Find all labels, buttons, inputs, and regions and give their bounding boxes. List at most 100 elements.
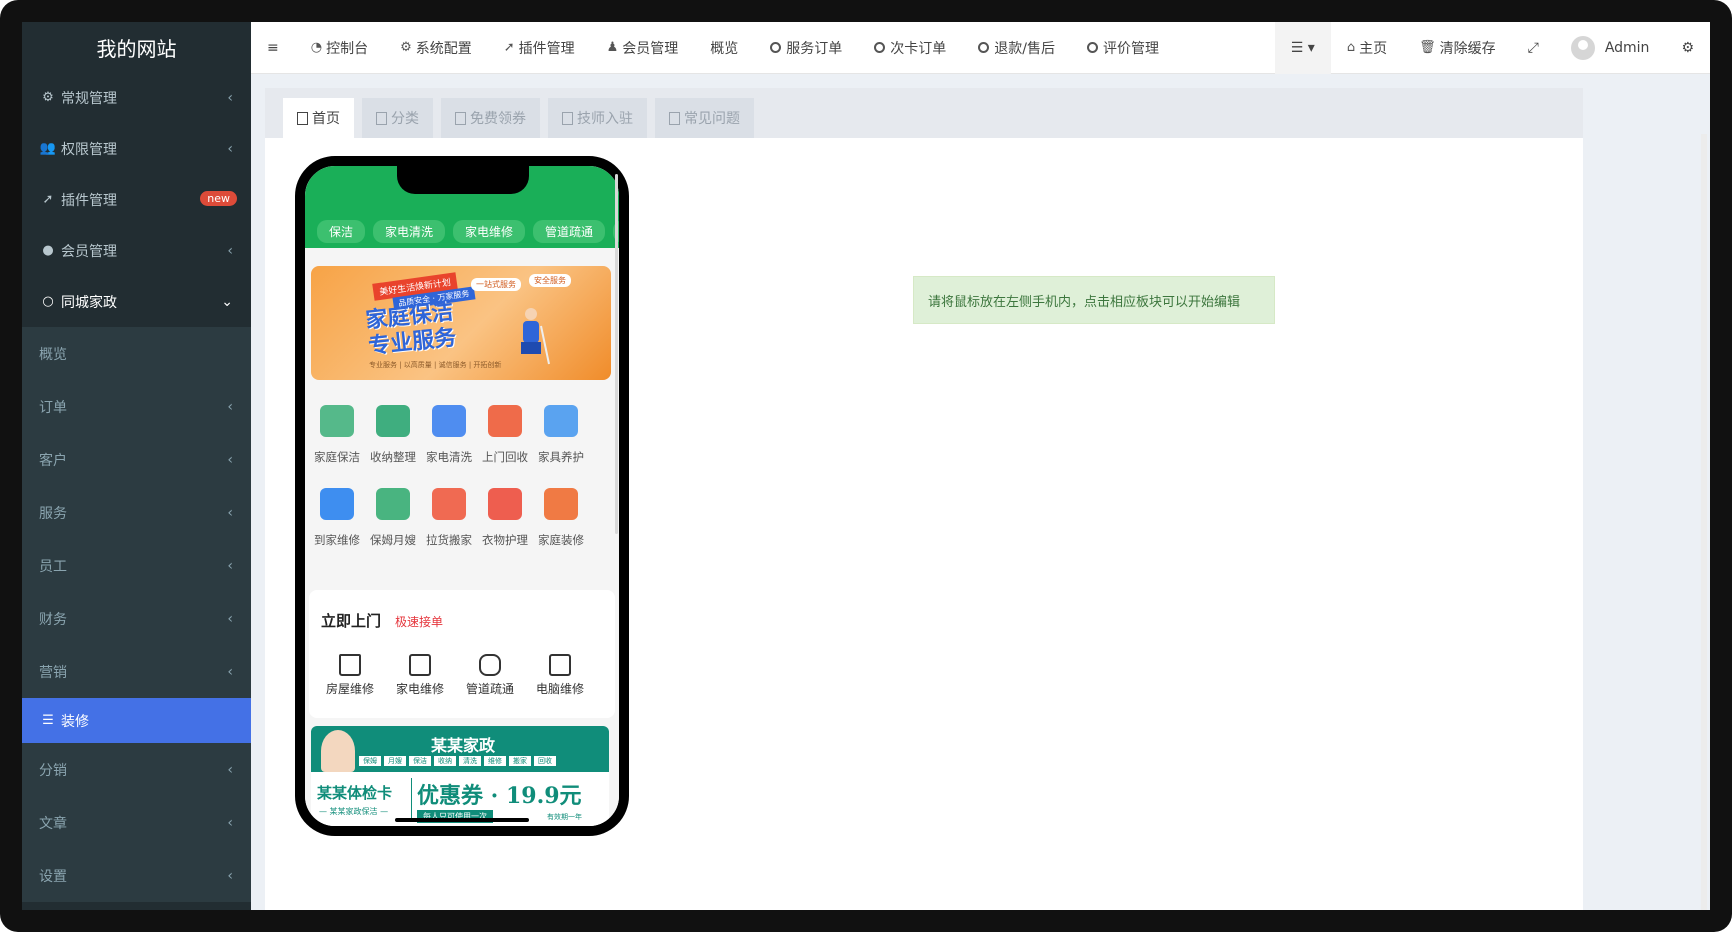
sidebar-submenu: 概览 订单 ‹ 客户 ‹ 服务 ‹ 员工 ‹ 财务 ‹ 营销 ‹ ☰ 装修 分销… [22,327,251,902]
service-item[interactable]: 到家维修 [309,471,365,554]
sidebar-item-label: 分销 [39,762,67,779]
chevron-left-icon: ‹ [227,242,233,259]
app-screen: 我的网站 ⚙ 常规管理 ‹ 👥 权限管理 ‹ ➚ 插件管理 new ● 会员管理… [22,22,1710,910]
topnav-overview[interactable]: 概览 [694,22,754,74]
file-icon [455,111,466,125]
banner-tag: 安全服务 [529,274,571,287]
phone-preview[interactable]: 保洁 家电清洗 家电维修 管道疏通 家 美好生活焕新计划 品质安全 · 万家服务… [295,156,629,836]
topnav-members[interactable]: ♟ 会员管理 [591,22,695,74]
quick-item[interactable]: 管道疏通 [455,654,525,697]
coupon-divider [411,778,412,818]
sidebar-item-overview[interactable]: 概览 [22,327,251,380]
topnav-label: 系统配置 [415,40,472,57]
sidebar-item-settings[interactable]: 设置 ‹ [22,849,251,902]
topnav-reviews[interactable]: 评价管理 [1071,22,1175,74]
service-item[interactable]: 保姆月嫂 [365,471,421,554]
tab-free-coupon[interactable]: 免费领券 [441,98,540,138]
service-label: 衣物护理 [482,533,528,547]
home-label: 主页 [1359,40,1388,57]
sidebar-item-plugins[interactable]: ➚ 插件管理 new [22,174,251,225]
quick-item[interactable]: 电脑维修 [525,654,595,697]
fullscreen-button[interactable]: ⤢ [1512,22,1555,74]
tab-home[interactable]: 首页 [283,98,354,138]
tab-category[interactable]: 分类 [362,98,433,138]
topnav-system-config[interactable]: ⚙ 系统配置 [384,22,488,74]
sidebar-toggle-button[interactable]: ≡ [251,22,295,74]
sidebar-item-staff[interactable]: 员工 ‹ [22,539,251,592]
sidebar-item-permissions[interactable]: 👥 权限管理 ‹ [22,123,251,174]
category-chip[interactable]: 管道疏通 [533,220,606,243]
chevron-left-icon: ‹ [227,761,233,778]
topnav-card-orders[interactable]: 次卡订单 [858,22,962,74]
coupon-banner[interactable]: 某某家政 保姆 月嫂 保洁 收纳 清洗 维修 搬家 回收 某某体检卡 — 某某家… [311,726,609,826]
topnav-service-orders[interactable]: 服务订单 [754,22,858,74]
sidebar-item-services[interactable]: 服务 ‹ [22,486,251,539]
sidebar-item-articles[interactable]: 文章 ‹ [22,796,251,849]
settings-button[interactable]: ⚙ [1665,22,1710,74]
fridge-icon [409,654,431,676]
file-icon [376,111,387,125]
clear-cache-label: 清除缓存 [1439,40,1496,57]
topnav-label: 控制台 [326,40,369,57]
avatar [1570,35,1595,60]
page-scrollbar[interactable] [1701,134,1707,910]
promo-banner[interactable]: 美好生活焕新计划 品质安全 · 万家服务 一站式服务 安全服务 家庭保洁 专业服… [311,266,611,380]
service-label: 上门回收 [482,450,528,464]
quick-item[interactable]: 房屋维修 [315,654,385,697]
toolkit-icon [544,488,578,520]
editor-panel: 首页 分类 免费领券 技师入驻 常见问题 保洁 家电清洗 家电维修 管道疏通 美… [265,88,1583,910]
user-menu[interactable]: Admin [1555,22,1666,74]
service-item[interactable]: 家具养护 [533,388,589,471]
topnav-label: 退款/售后 [994,40,1056,57]
sidebar-item-finance[interactable]: 财务 ‹ [22,592,251,645]
service-item[interactable]: 上门回收 [477,388,533,471]
service-item[interactable]: 家电清洗 [421,388,477,471]
category-chip[interactable]: 家电维修 [453,220,526,243]
topnav-plugins[interactable]: ➚ 插件管理 [488,22,591,74]
chevron-left-icon: ‹ [227,663,233,680]
phone-scrollbar[interactable] [615,174,618,534]
house-repair-icon [339,654,361,676]
tab-faq[interactable]: 常见问题 [655,98,754,138]
service-item[interactable]: 家庭保洁 [309,388,365,471]
truck-icon [432,488,466,520]
circle-icon [770,42,782,53]
sidebar-item-label: 权限管理 [61,141,117,158]
tab-technician-join[interactable]: 技师入驻 [548,98,647,138]
category-chip[interactable]: 保洁 [317,220,366,243]
quick-label: 电脑维修 [535,682,584,696]
house-icon [320,405,354,437]
user-icon: ♟ [606,40,619,55]
quick-service-section[interactable]: 立即上门 极速接单 房屋维修 家电维修 管道疏通 电脑维修 [309,590,615,718]
staff-avatar [321,730,355,772]
service-item[interactable]: 家庭装修 [533,471,589,554]
topnav-refunds[interactable]: 退款/售后 [962,22,1071,74]
coupon-chip: 搬家 [509,756,531,766]
sidebar-item-general[interactable]: ⚙ 常规管理 ‹ [22,72,251,123]
sidebar-item-customers[interactable]: 客户 ‹ [22,433,251,486]
chevron-left-icon: ‹ [227,89,233,106]
sidebar-item-members[interactable]: ● 会员管理 ‹ [22,225,251,276]
chevron-left-icon: ‹ [227,451,233,468]
hamburger-icon: ≡ [267,39,279,56]
coupon-chip: 清洗 [459,756,481,766]
brand-title: 我的网站 [96,38,177,61]
more-menu-dropdown[interactable]: ☰ ▾ [1274,22,1331,74]
sidebar-item-distribution[interactable]: 分销 ‹ [22,743,251,796]
chevron-left-icon: ‹ [227,814,233,831]
service-item[interactable]: 衣物护理 [477,471,533,554]
sidebar-item-orders[interactable]: 订单 ‹ [22,380,251,433]
quick-item[interactable]: 家电维修 [385,654,455,697]
clear-cache-button[interactable]: 🗑 清除缓存 [1403,22,1512,74]
service-item[interactable]: 拉货搬家 [421,471,477,554]
sidebar-item-housekeeping[interactable]: ○ 同城家政 ⌄ [22,276,251,327]
sidebar-item-marketing[interactable]: 营销 ‹ [22,645,251,698]
coupon-chip: 收纳 [434,756,456,766]
sidebar-item-decoration[interactable]: ☰ 装修 [22,698,251,743]
category-chip[interactable]: 家电清洗 [373,220,446,243]
chevron-left-icon: ‹ [227,557,233,574]
service-item[interactable]: 收纳整理 [365,388,421,471]
file-icon [562,111,573,125]
topnav-dashboard[interactable]: ◔ 控制台 [295,22,384,74]
home-link[interactable]: ⌂ 主页 [1331,22,1403,74]
